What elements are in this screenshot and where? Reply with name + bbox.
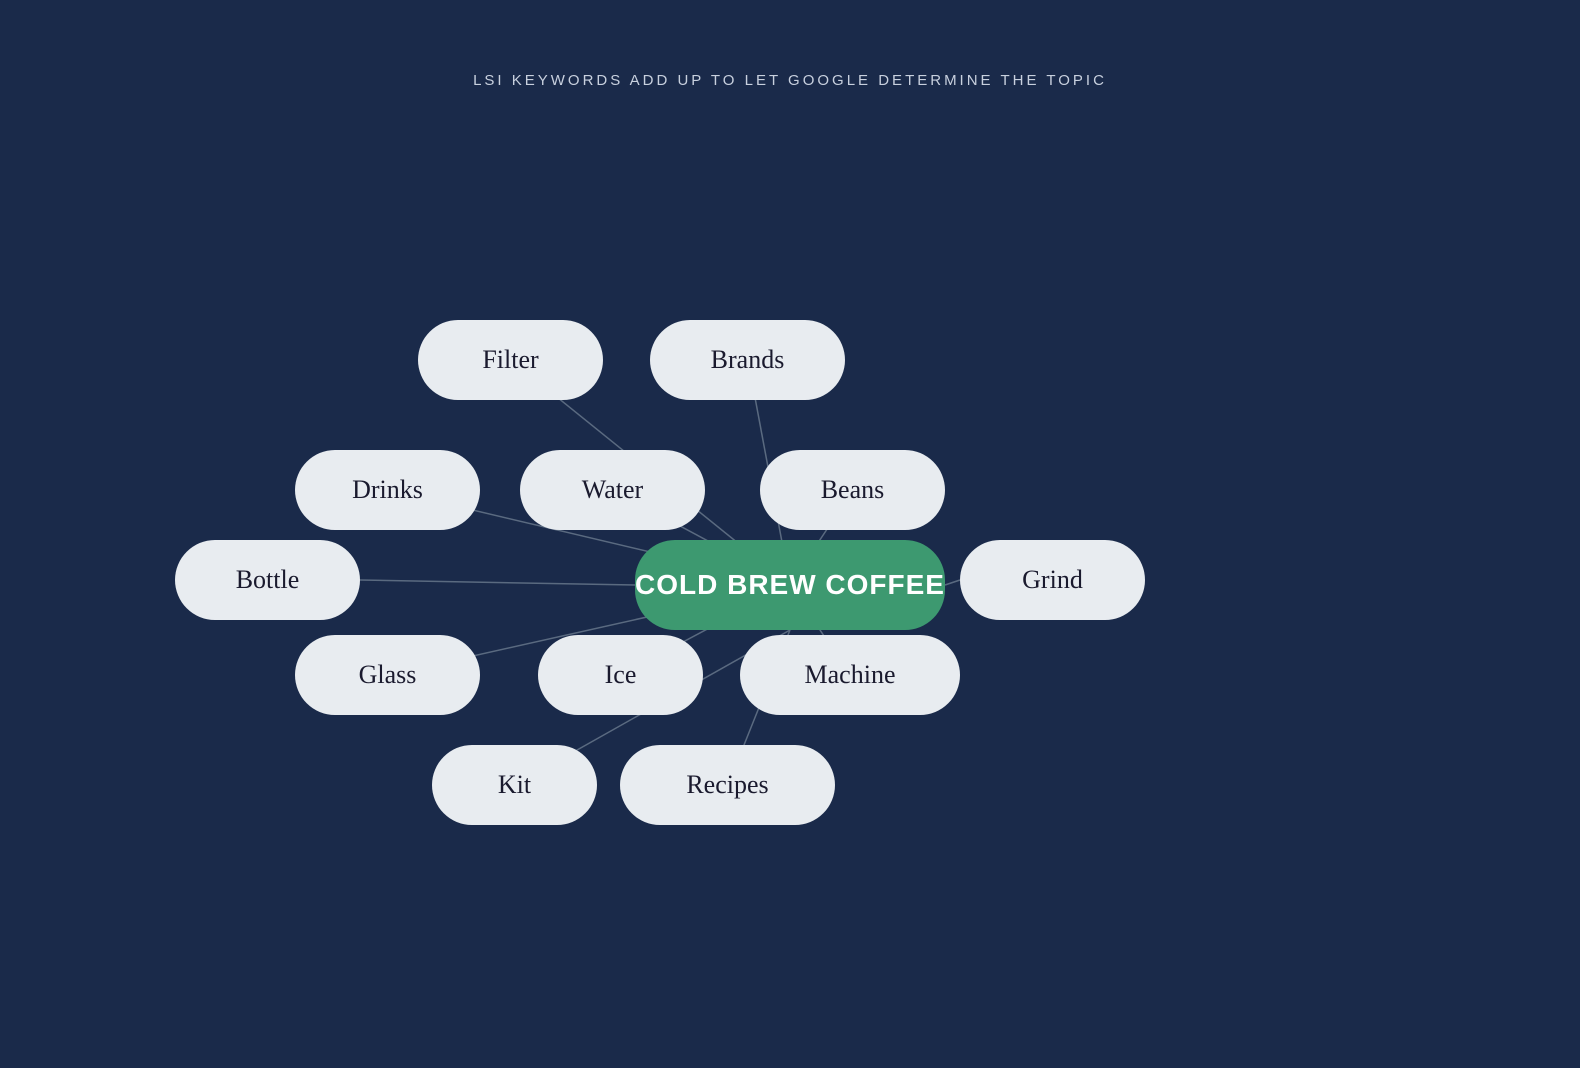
kit-label: Kit — [498, 770, 531, 800]
node-kit: Kit — [432, 745, 597, 825]
node-filter: Filter — [418, 320, 603, 400]
node-center: COLD BREW COFFEE — [635, 540, 945, 630]
node-grind: Grind — [960, 540, 1145, 620]
node-machine: Machine — [740, 635, 960, 715]
filter-label: Filter — [482, 345, 538, 375]
glass-label: Glass — [359, 660, 417, 690]
water-label: Water — [582, 475, 643, 505]
node-bottle: Bottle — [175, 540, 360, 620]
recipes-label: Recipes — [686, 770, 768, 800]
machine-label: Machine — [805, 660, 896, 690]
ice-label: Ice — [605, 660, 637, 690]
drinks-label: Drinks — [352, 475, 423, 505]
node-ice: Ice — [538, 635, 703, 715]
node-brands: Brands — [650, 320, 845, 400]
center-label: COLD BREW COFFEE — [635, 569, 945, 601]
beans-label: Beans — [821, 475, 885, 505]
node-drinks: Drinks — [295, 450, 480, 530]
node-recipes: Recipes — [620, 745, 835, 825]
node-beans: Beans — [760, 450, 945, 530]
node-glass: Glass — [295, 635, 480, 715]
page-title: LSI KEYWORDS ADD UP TO LET GOOGLE DETERM… — [0, 0, 1580, 89]
diagram-container: COLD BREW COFFEE Filter Brands Drinks Wa… — [0, 140, 1580, 1068]
bottle-label: Bottle — [236, 565, 300, 595]
node-water: Water — [520, 450, 705, 530]
brands-label: Brands — [711, 345, 785, 375]
grind-label: Grind — [1022, 565, 1083, 595]
